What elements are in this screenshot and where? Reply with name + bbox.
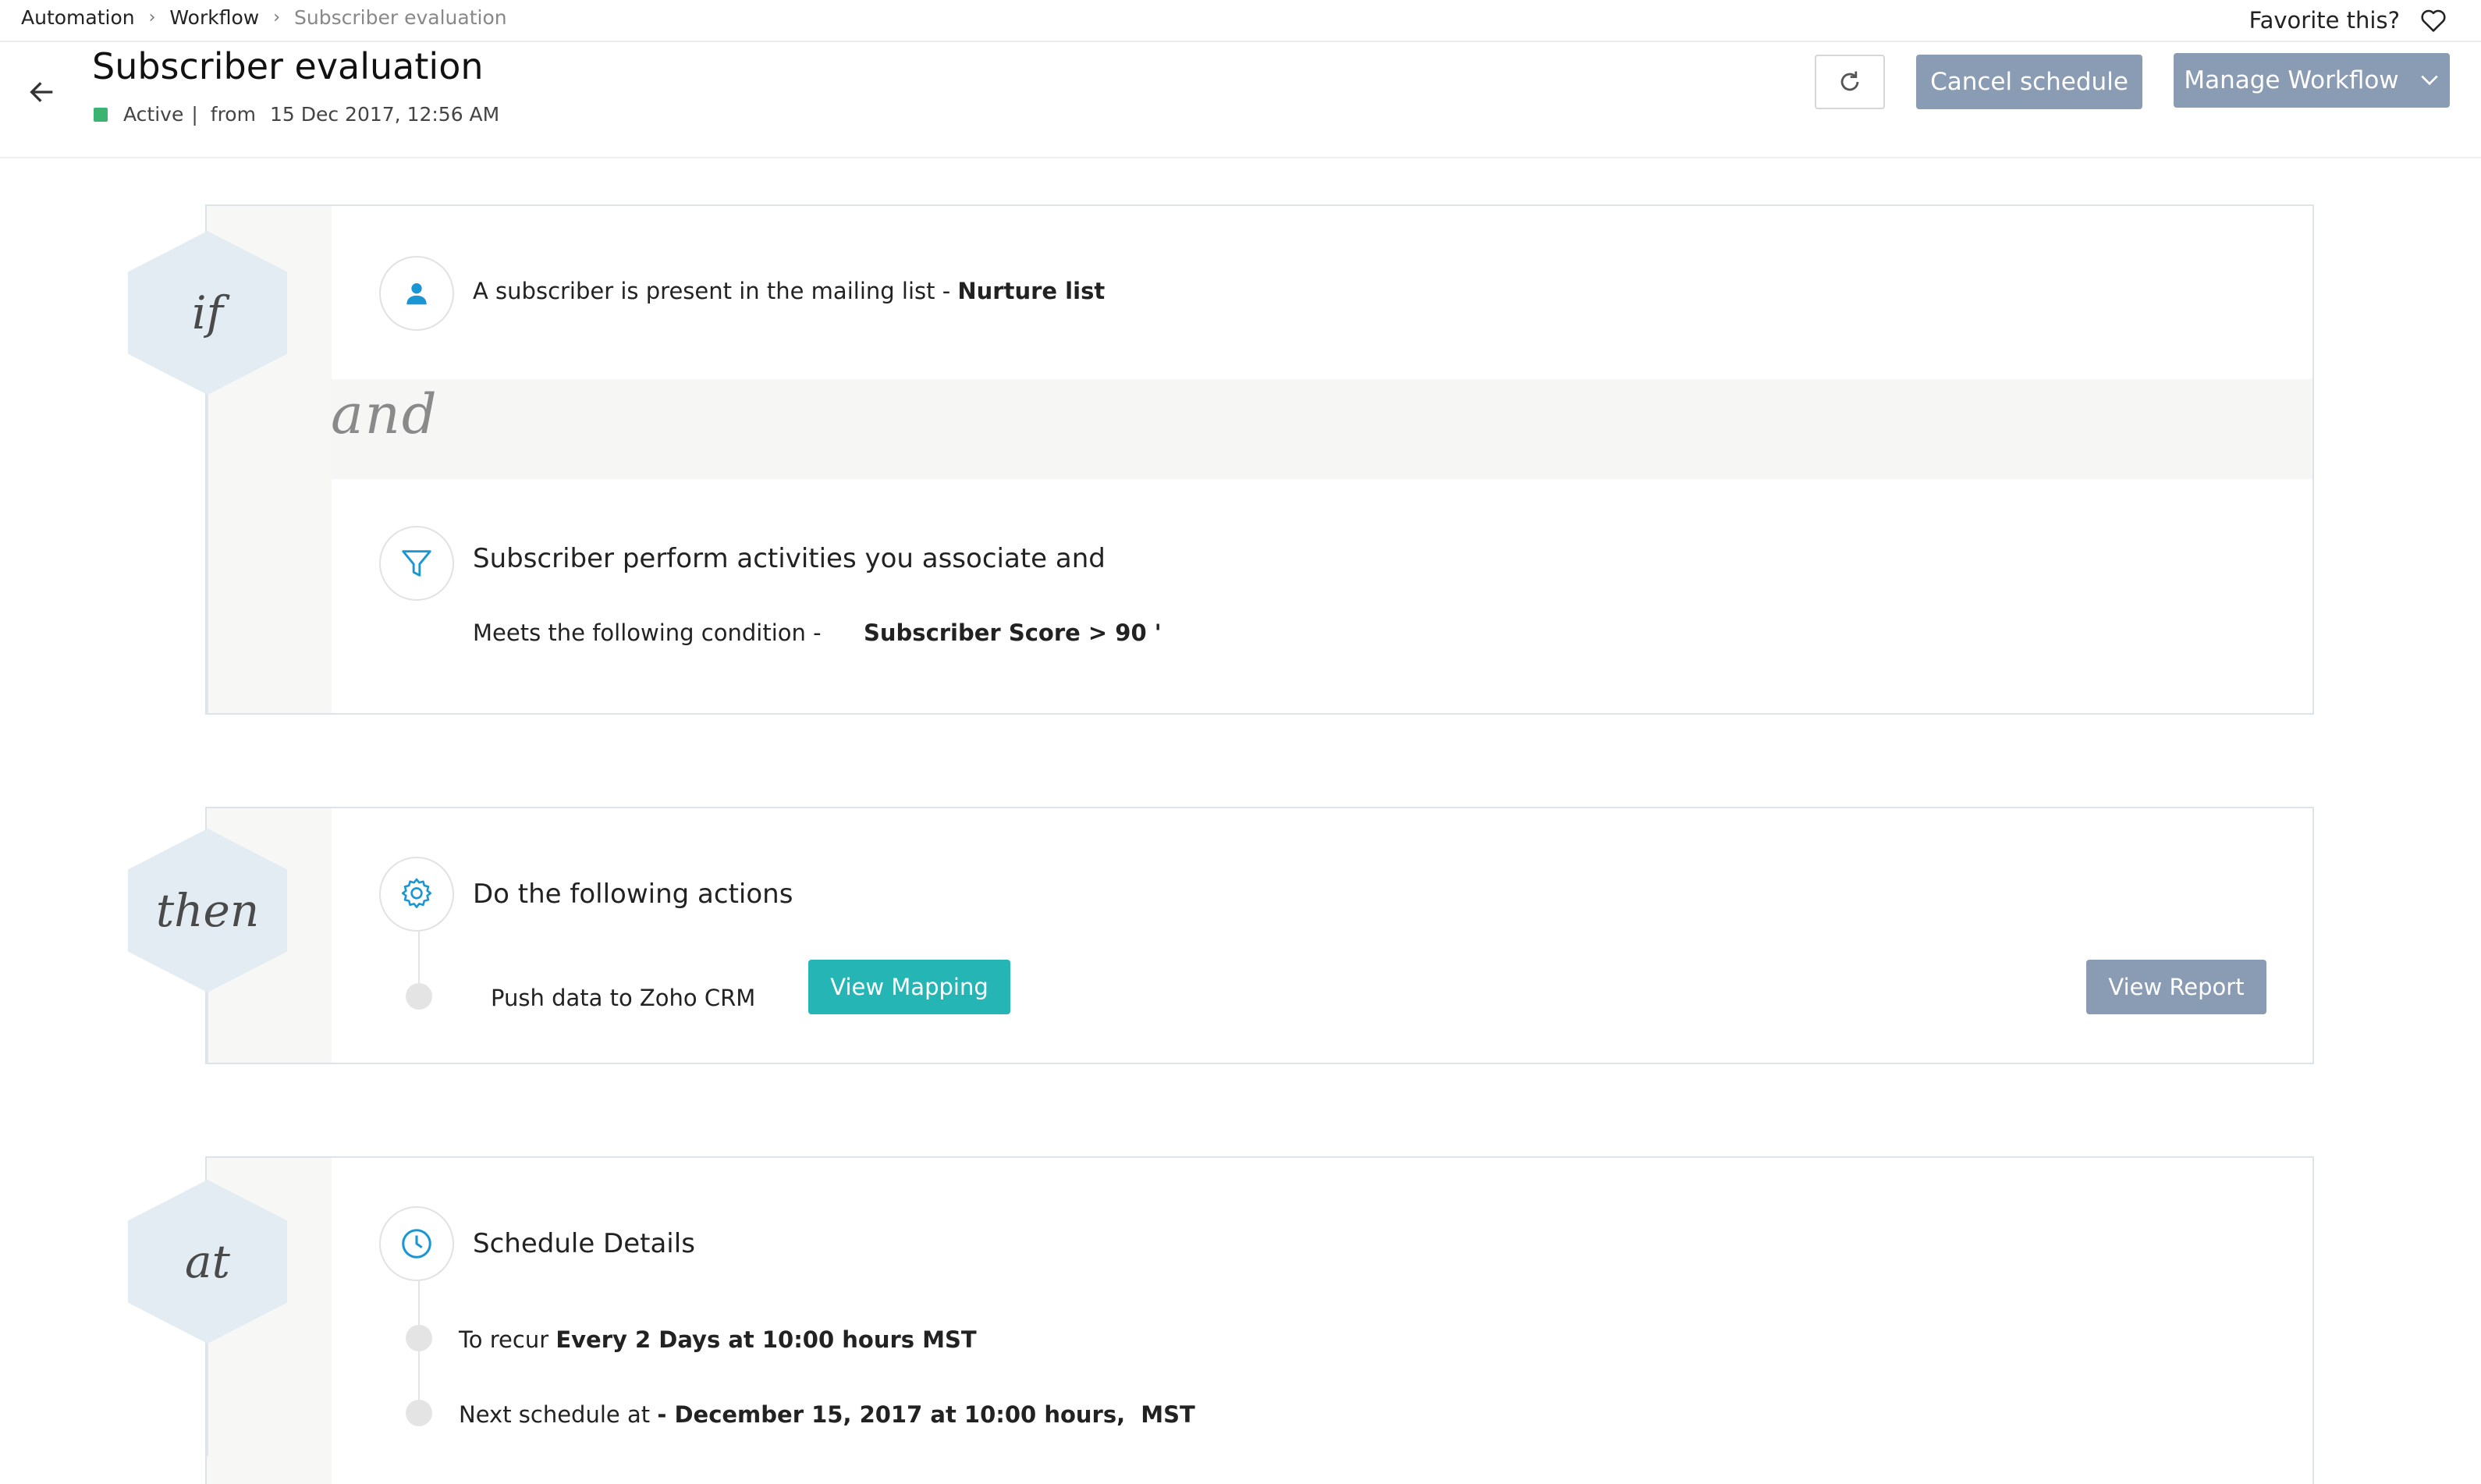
filter-icon-circle — [379, 526, 454, 601]
breadcrumb-current: Subscriber evaluation — [294, 5, 507, 29]
mailing-list-condition: A subscriber is present in the mailing l… — [473, 278, 1105, 304]
at-card — [205, 1156, 2314, 1484]
gear-icon — [401, 878, 432, 908]
header-bottom-divider — [0, 157, 2481, 158]
mailing-list-name: Nurture list — [957, 278, 1106, 304]
clock-icon-circle — [379, 1206, 454, 1281]
if-connector-line — [207, 390, 208, 713]
refresh-icon — [1840, 71, 1859, 91]
and-band — [332, 379, 2312, 479]
activity-condition-title: Subscriber perform activities you associ… — [473, 543, 1106, 574]
timeline-dot — [406, 1400, 432, 1426]
meets-label: Meets the following condition - — [473, 620, 822, 646]
breadcrumb-separator: › — [273, 7, 281, 27]
at-connector-line — [207, 1339, 208, 1456]
chevron-down-icon — [2420, 75, 2438, 86]
timeline-stem — [418, 932, 420, 986]
manage-workflow-label: Manage Workflow — [2184, 66, 2399, 94]
from-date: 15 Dec 2017, 12:56 AM — [269, 103, 500, 126]
breadcrumb-automation[interactable]: Automation — [21, 6, 135, 29]
next-label: Next schedule at — [459, 1401, 658, 1428]
actions-title: Do the following actions — [473, 879, 793, 910]
condition-text: A subscriber is present in the mailing l… — [473, 278, 958, 304]
recur-label: To recur — [459, 1326, 556, 1353]
meets-condition: Meets the following condition - Subscrib… — [473, 620, 1162, 646]
if-badge-label: if — [191, 286, 224, 339]
status-text: Active — [123, 103, 184, 126]
next-schedule-detail: Next schedule at - December 15, 2017 at … — [459, 1401, 1195, 1428]
breadcrumb-workflow[interactable]: Workflow — [169, 6, 259, 29]
recurrence-detail: To recur Every 2 Days at 10:00 hours MST — [459, 1326, 977, 1353]
timeline-stem — [418, 1350, 420, 1403]
cancel-schedule-button[interactable]: Cancel schedule — [1916, 55, 2142, 109]
then-badge-label: then — [155, 884, 260, 937]
favorite-label: Favorite this? — [2249, 7, 2400, 34]
then-card — [205, 807, 2314, 1064]
recur-value: Every 2 Days at 10:00 hours MST — [555, 1326, 977, 1353]
clock-icon — [402, 1229, 431, 1259]
view-mapping-button[interactable]: View Mapping — [808, 960, 1010, 1014]
favorite-toggle[interactable]: Favorite this? — [2249, 3, 2447, 37]
refresh-button[interactable] — [1815, 55, 1885, 109]
status-row: Active | from 15 Dec 2017, 12:56 AM — [94, 103, 499, 126]
gear-icon-circle — [379, 857, 454, 932]
and-joiner: and — [331, 382, 438, 446]
then-connector-line — [207, 988, 208, 1063]
heart-icon[interactable] — [2420, 8, 2447, 33]
breadcrumb-separator: › — [148, 7, 156, 27]
at-badge-label: at — [185, 1235, 230, 1288]
from-label: from — [210, 103, 256, 126]
user-icon-circle — [379, 256, 454, 331]
view-report-button[interactable]: View Report — [2086, 960, 2266, 1014]
timeline-dot — [406, 983, 432, 1010]
breadcrumb: Automation › Workflow › Subscriber evalu… — [21, 0, 507, 34]
timeline-dot — [406, 1325, 432, 1351]
header-divider — [0, 41, 2481, 42]
status-separator: | — [191, 103, 198, 126]
timeline-stem — [418, 1281, 420, 1328]
criteria-field: Subscriber Score — [864, 620, 1081, 646]
action-push-crm: Push data to Zoho CRM — [491, 985, 756, 1011]
criteria-value: > 90 ' — [1080, 620, 1162, 646]
back-arrow-icon[interactable] — [27, 76, 58, 108]
user-icon — [406, 283, 427, 305]
status-indicator — [94, 107, 108, 122]
filter-icon — [402, 550, 431, 577]
page-title: Subscriber evaluation — [92, 45, 484, 87]
schedule-details-title: Schedule Details — [473, 1228, 695, 1259]
manage-workflow-button[interactable]: Manage Workflow — [2174, 53, 2450, 108]
next-value: - December 15, 2017 at 10:00 hours, MST — [657, 1401, 1195, 1428]
